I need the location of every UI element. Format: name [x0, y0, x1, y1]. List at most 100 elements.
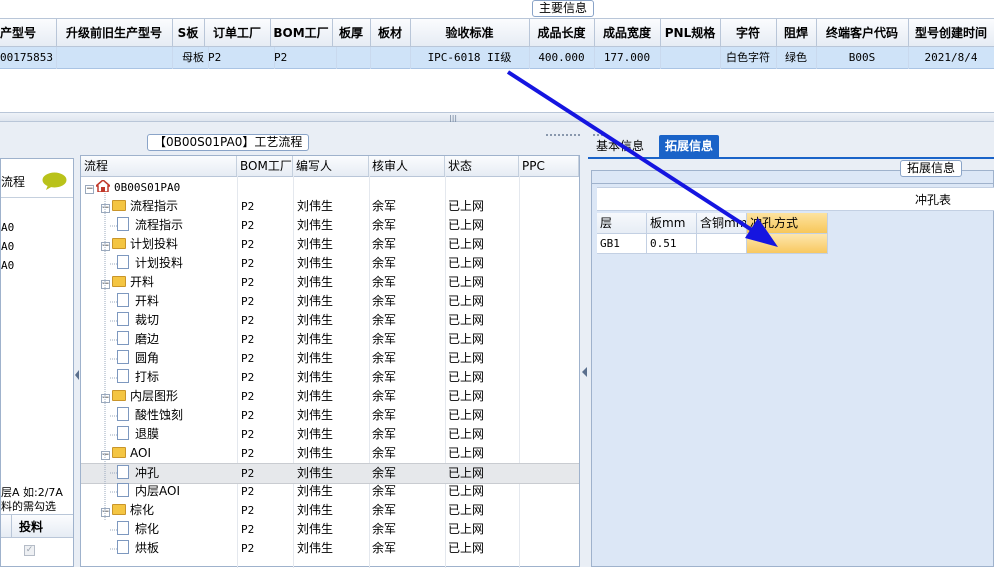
comment-icon[interactable]: [42, 172, 67, 190]
tree-row[interactable]: 磨边 P2 刘伟生 余军 已上网: [81, 330, 579, 349]
main-cell[interactable]: 00175853: [0, 47, 57, 69]
tree-node: 烘板: [117, 539, 159, 558]
main-cell[interactable]: B00S: [816, 47, 909, 69]
folder-icon: [112, 238, 126, 249]
tree-row[interactable]: 冲孔 P2 刘伟生 余军 已上网: [81, 463, 579, 484]
main-col-header[interactable]: 升级前旧生产型号: [56, 19, 173, 48]
main-col-header[interactable]: 产型号: [0, 19, 57, 48]
main-col-header[interactable]: 型号创建时间: [908, 19, 994, 48]
tree-row[interactable]: 内层AOI P2 刘伟生 余军 已上网: [81, 482, 579, 501]
tree-row[interactable]: 裁切 P2 刘伟生 余军 已上网: [81, 311, 579, 330]
status-cell: 已上网: [448, 522, 485, 536]
main-cell[interactable]: [370, 47, 411, 69]
main-cell[interactable]: 白色字符: [720, 47, 777, 69]
document-icon: [117, 465, 129, 479]
tab-extended-info[interactable]: 拓展信息: [659, 135, 720, 157]
main-cell[interactable]: P2: [270, 47, 337, 69]
process-col-header[interactable]: 流程: [81, 156, 237, 176]
main-col-header[interactable]: 板材: [370, 19, 411, 48]
main-col-header[interactable]: PNL规格: [660, 19, 721, 48]
tree-row[interactable]: 开料 P2 刘伟生 余军 已上网: [81, 292, 579, 311]
process-col-header[interactable]: PPC: [519, 156, 579, 176]
main-col-header[interactable]: 成品宽度: [594, 19, 661, 48]
tree-row[interactable]: 流程指示 P2 刘伟生 余军 已上网: [81, 216, 579, 235]
main-cell[interactable]: P2: [204, 47, 275, 69]
tree-row[interactable]: − 开料 P2 刘伟生 余军 已上网: [81, 273, 579, 292]
tree-splitter-arrow-icon[interactable]: [582, 365, 587, 379]
process-col-header[interactable]: 核审人: [369, 156, 445, 176]
collapse-icon[interactable]: −: [101, 242, 110, 251]
reviewer-cell: 余军: [372, 541, 397, 555]
tree-row[interactable]: 酸性蚀刻 P2 刘伟生 余军 已上网: [81, 406, 579, 425]
main-col-header[interactable]: 字符: [720, 19, 777, 48]
main-cell[interactable]: [660, 47, 721, 69]
collapse-icon[interactable]: −: [101, 394, 110, 403]
feed-checkbox[interactable]: ✓: [24, 545, 35, 556]
left-splitter-arrow-icon[interactable]: [75, 360, 79, 390]
main-cell[interactable]: 绿色: [776, 47, 817, 69]
divider: [1, 197, 73, 198]
tree-row[interactable]: − AOI P2 刘伟生 余军 已上网: [81, 444, 579, 463]
status-cell: 已上网: [448, 427, 485, 441]
tree-row[interactable]: 退膜 P2 刘伟生 余军 已上网: [81, 425, 579, 444]
writer-cell: 刘伟生: [297, 466, 334, 480]
bom-factory-cell: P2: [241, 276, 255, 289]
main-col-header[interactable]: 成品长度: [529, 19, 595, 48]
collapse-icon[interactable]: −: [101, 204, 110, 213]
tree-row[interactable]: − 计划投料 P2 刘伟生 余军 已上网: [81, 235, 579, 254]
tab-basic-info[interactable]: 基本信息: [590, 135, 650, 157]
cell-thickness[interactable]: 0.51: [647, 234, 697, 254]
tree-row[interactable]: 烘板 P2 刘伟生 余军 已上网: [81, 539, 579, 558]
tree-node-label: 流程指示: [130, 199, 179, 213]
tree-row[interactable]: − 流程指示 P2 刘伟生 余军 已上网: [81, 197, 579, 216]
feed-column-header: 投料: [19, 520, 44, 534]
main-cell[interactable]: 400.000: [529, 47, 595, 69]
status-cell: 已上网: [448, 446, 485, 460]
status-cell: 已上网: [448, 408, 485, 422]
main-col-header[interactable]: BOM工厂: [270, 19, 333, 48]
main-col-header[interactable]: 订单工厂: [204, 19, 271, 48]
status-cell: 已上网: [448, 218, 485, 232]
main-grid-row[interactable]: 00175853 母板 P2 P2 IPC-6018 II级 400.000 177.000…: [0, 47, 994, 69]
main-cell[interactable]: IPC-6018 II级: [410, 47, 530, 69]
tree-node: 酸性蚀刻: [117, 406, 183, 425]
cell-copper[interactable]: [697, 234, 747, 254]
main-cell[interactable]: 177.000: [594, 47, 661, 69]
folder-icon: [112, 447, 126, 458]
status-cell: 已上网: [448, 332, 485, 346]
cell-punch-method[interactable]: [747, 234, 828, 254]
left-item[interactable]: A0: [1, 259, 14, 272]
collapse-icon[interactable]: −: [101, 508, 110, 517]
main-col-header[interactable]: 终端客户代码: [816, 19, 909, 48]
collapse-icon[interactable]: −: [101, 280, 110, 289]
tree-row[interactable]: 棕化 P2 刘伟生 余军 已上网: [81, 520, 579, 539]
left-grid-header: 投料: [1, 514, 73, 538]
bom-factory-cell: P2: [241, 200, 255, 213]
main-col-header[interactable]: 阻焊: [776, 19, 817, 48]
collapse-icon[interactable]: −: [101, 451, 110, 460]
process-col-header[interactable]: 状态: [445, 156, 519, 176]
document-icon: [117, 293, 129, 307]
tree-row[interactable]: − 棕化 P2 刘伟生 余军 已上网: [81, 501, 579, 520]
left-item[interactable]: A0: [1, 221, 14, 234]
horizontal-splitter[interactable]: |||: [0, 112, 994, 123]
main-col-header[interactable]: S板: [172, 19, 205, 48]
tree-row[interactable]: 计划投料 P2 刘伟生 余军 已上网: [81, 254, 579, 273]
left-item[interactable]: A0: [1, 240, 14, 253]
tree-row[interactable]: 打标 P2 刘伟生 余军 已上网: [81, 368, 579, 387]
collapse-icon[interactable]: −: [85, 185, 94, 194]
cell-layer[interactable]: GB1: [597, 234, 647, 254]
document-icon: [117, 331, 129, 345]
main-cell[interactable]: 2021/8/4: [908, 47, 994, 69]
process-col-header[interactable]: BOM工厂: [237, 156, 293, 176]
main-col-header[interactable]: 验收标准: [410, 19, 530, 48]
main-cell[interactable]: [332, 47, 371, 69]
bom-factory-cell: P2: [241, 504, 255, 517]
main-cell[interactable]: [56, 47, 173, 69]
process-col-header[interactable]: 编写人: [293, 156, 369, 176]
tree-row[interactable]: − 内层图形 P2 刘伟生 余军 已上网: [81, 387, 579, 406]
writer-cell: 刘伟生: [297, 522, 334, 536]
tree-root[interactable]: − 0B00S01PA0: [81, 178, 579, 197]
tree-row[interactable]: 圆角 P2 刘伟生 余军 已上网: [81, 349, 579, 368]
main-col-header[interactable]: 板厚: [332, 19, 371, 48]
